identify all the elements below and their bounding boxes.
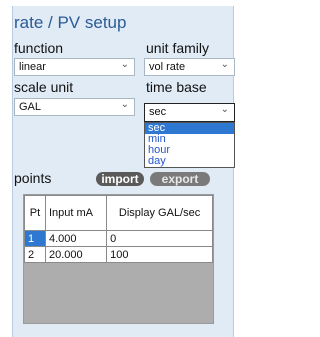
points-table: Pt Input mA Display GAL/sec 1 4.000 0 2 … — [24, 195, 213, 263]
import-button[interactable]: import — [96, 172, 144, 186]
points-table-header: Pt Input mA Display GAL/sec — [24, 195, 213, 231]
chevron-down-icon: ⌄ — [120, 99, 129, 110]
scale-unit-select[interactable]: GAL ⌄ — [14, 98, 135, 116]
function-label: function — [14, 40, 64, 56]
table-row[interactable]: 2 20.000 100 — [24, 246, 213, 263]
time-base-option-day[interactable]: day — [145, 156, 234, 167]
column-header-display: Display GAL/sec — [106, 195, 213, 231]
display-value-cell[interactable]: 100 — [106, 246, 213, 263]
column-header-pt: Pt — [24, 195, 46, 231]
scale-unit-select-value: GAL — [19, 101, 42, 113]
row-index-cell[interactable]: 2 — [24, 246, 46, 263]
panel-title: rate / PV setup — [14, 13, 127, 32]
chevron-down-icon: ⌄ — [120, 59, 129, 70]
input-ma-cell[interactable]: 20.000 — [44, 246, 108, 263]
unit-family-select[interactable]: vol rate ⌄ — [144, 58, 235, 76]
column-header-input-ma: Input mA — [44, 195, 108, 231]
chevron-down-icon: ⌄ — [220, 59, 229, 70]
time-base-select-value: sec — [149, 106, 167, 118]
function-select[interactable]: linear ⌄ — [14, 58, 135, 76]
table-row[interactable]: 1 4.000 0 — [24, 230, 213, 247]
display-value-cell[interactable]: 0 — [106, 230, 213, 247]
time-base-dropdown-list: sec min hour day — [144, 122, 235, 168]
input-ma-cell[interactable]: 4.000 — [44, 230, 108, 247]
time-base-select[interactable]: sec ⌄ — [144, 103, 235, 122]
chevron-down-icon: ⌄ — [220, 104, 229, 115]
row-index-cell[interactable]: 1 — [24, 230, 46, 247]
scale-unit-label: scale unit — [14, 79, 74, 95]
points-table-container: Pt Input mA Display GAL/sec 1 4.000 0 2 … — [23, 194, 214, 324]
unit-family-select-value: vol rate — [149, 61, 186, 73]
points-label: points — [14, 170, 52, 186]
export-button[interactable]: export — [150, 172, 210, 186]
unit-family-label: unit family — [146, 40, 210, 56]
function-select-value: linear — [19, 61, 46, 73]
time-base-label: time base — [146, 79, 207, 95]
